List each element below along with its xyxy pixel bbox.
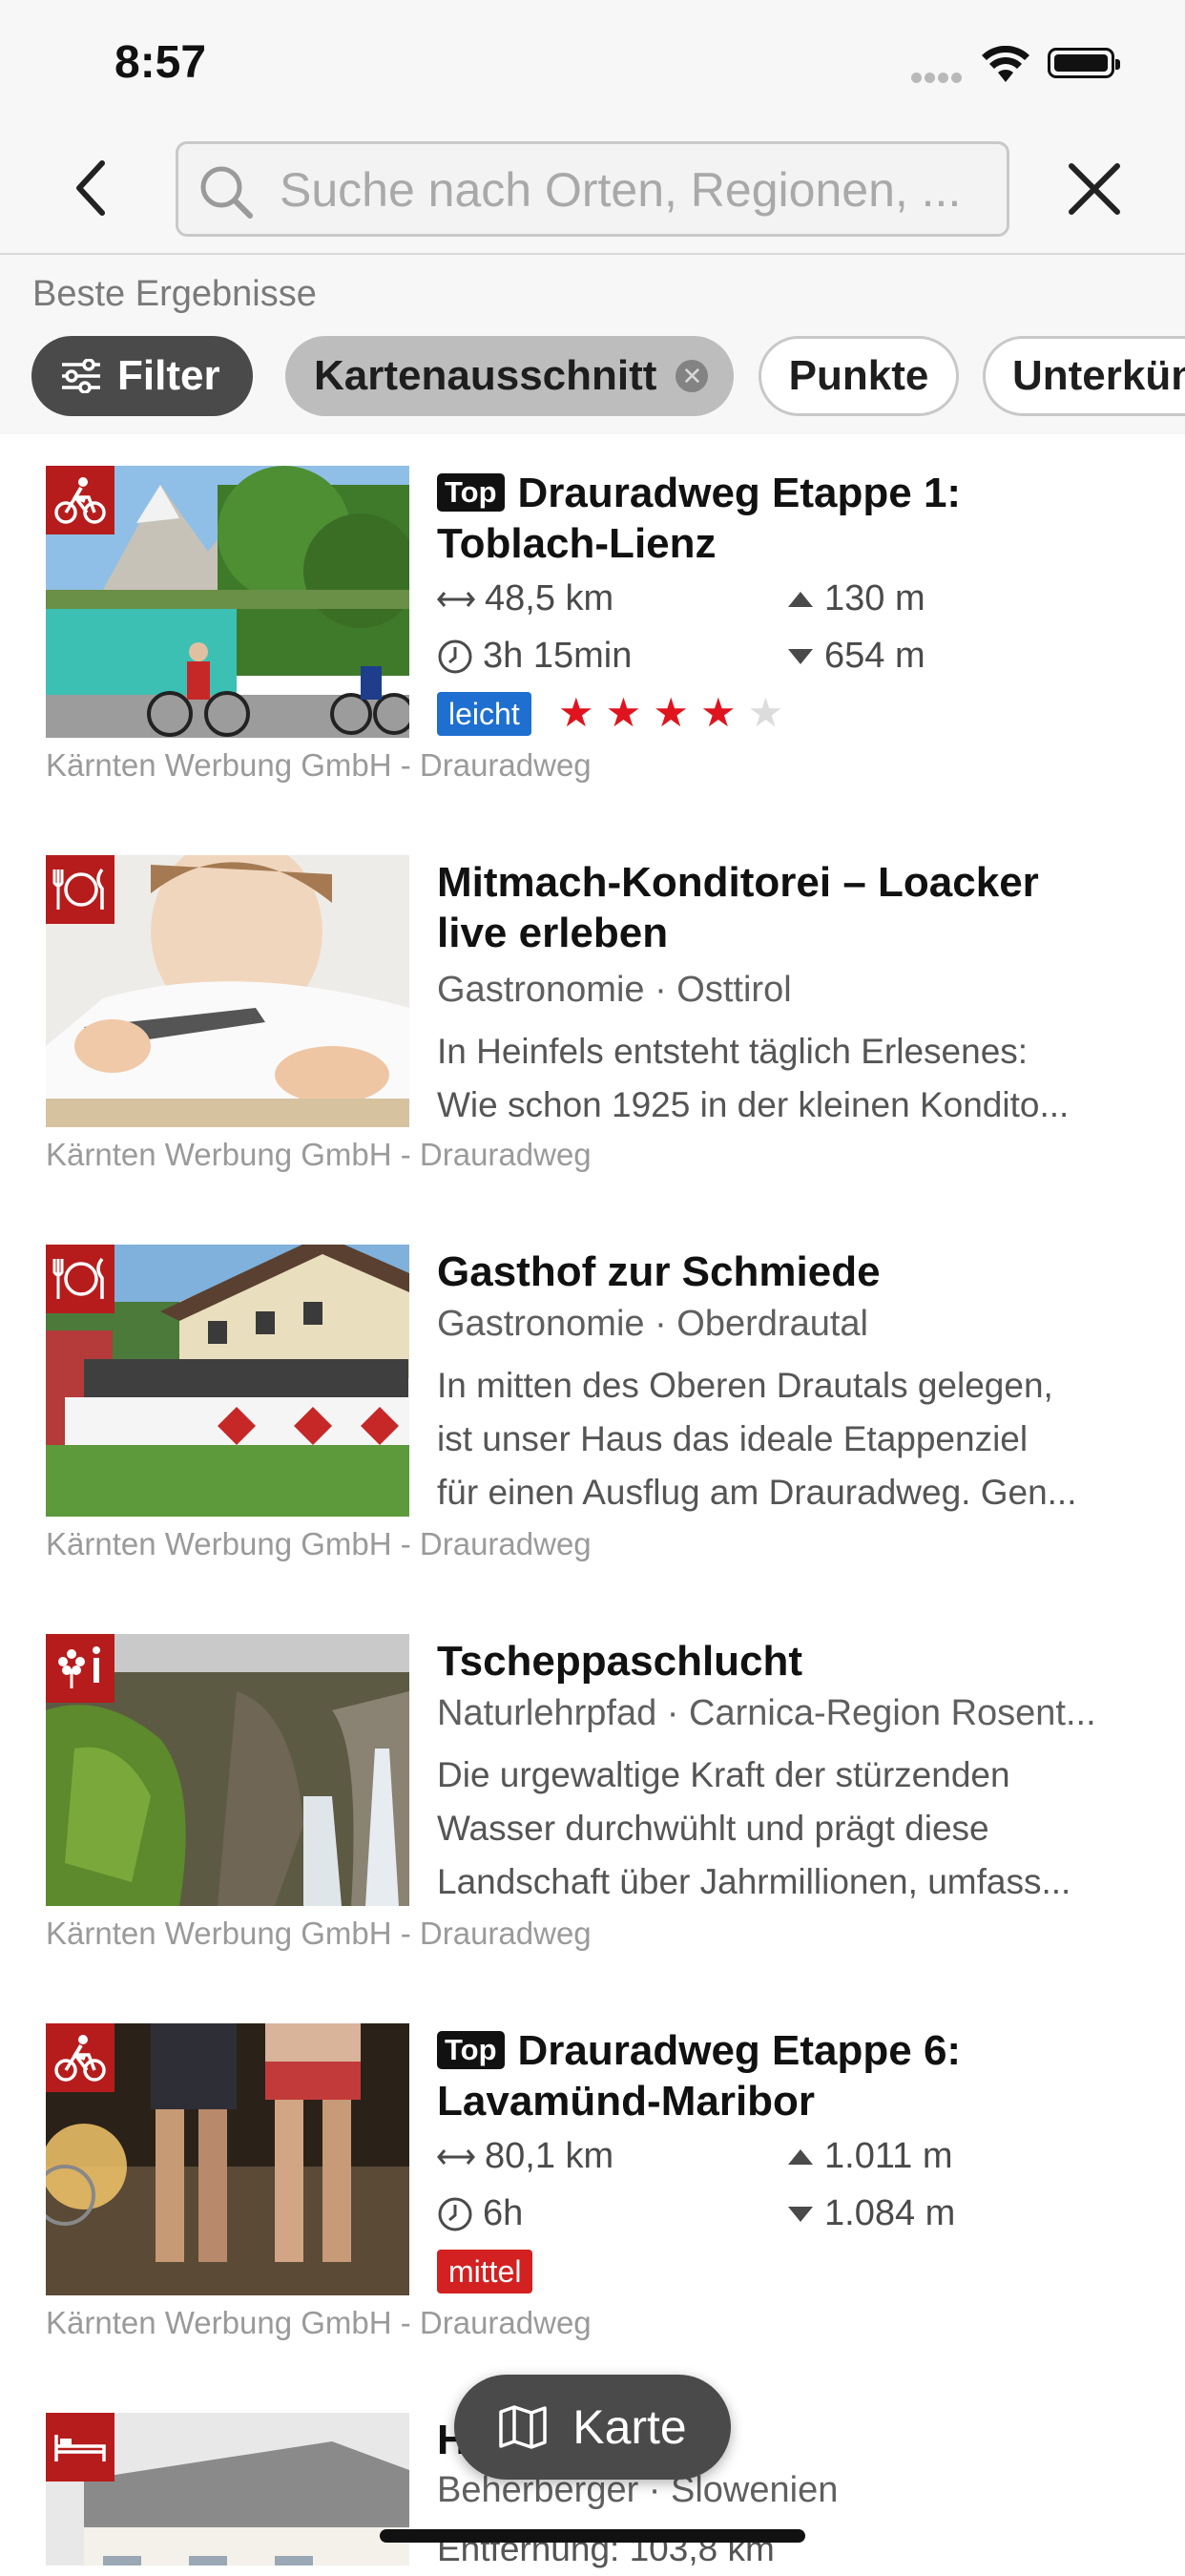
image-credit: Kärnten Werbung GmbH - Drauradweg (46, 1526, 592, 1561)
status-time: 8:57 (114, 37, 207, 88)
chip-map-section[interactable]: Kartenausschnitt ✕ (285, 336, 734, 416)
chip-points-label: Punkte (788, 352, 929, 399)
chip-map-section-label: Kartenausschnitt (314, 352, 657, 399)
category-bike-icon (46, 466, 114, 534)
cellular-signal-icon (911, 71, 965, 88)
category-bike-icon (46, 2023, 114, 2092)
result-title[interactable]: Top Drauradweg Etappe 1: Toblach-Lienz (437, 468, 1143, 569)
chip-points[interactable]: Punkte (759, 336, 959, 416)
descent-stat: 654 m (786, 636, 925, 677)
distance-arrows-icon (437, 2148, 475, 2165)
result-title-line1: Drauradweg Etappe 6: (517, 2027, 962, 2074)
result-title-line2: live erleben (437, 910, 669, 956)
search-input[interactable] (280, 156, 986, 224)
filter-label: Filter (117, 352, 220, 399)
chip-accommodation[interactable]: Unterkün (983, 336, 1185, 416)
map-button[interactable]: Karte (454, 2375, 731, 2480)
image-credit: Kärnten Werbung GmbH - Drauradweg (46, 1137, 592, 1172)
top-badge: Top (437, 473, 505, 512)
section-label: Beste Ergebnisse (32, 274, 317, 314)
clock-icon (438, 639, 472, 673)
ascent-stat: 1.011 m (786, 2136, 952, 2177)
back-button[interactable] (62, 155, 119, 221)
top-badge: Top (437, 2031, 505, 2069)
result-category: Gastronomie · Oberdrautal (437, 1304, 868, 1344)
remove-chip-icon[interactable]: ✕ (676, 360, 709, 392)
result-image (46, 2023, 409, 2295)
result-title-line2: Lavamünd-Maribor (437, 2078, 816, 2125)
image-credit: Kärnten Werbung GmbH - Drauradweg (46, 747, 592, 783)
filter-button[interactable]: Filter (31, 336, 253, 416)
sliders-icon (62, 359, 100, 393)
ascent-stat: 130 m (786, 578, 925, 619)
category-bed-icon (46, 2413, 114, 2482)
ascent-icon (788, 591, 813, 607)
search-field[interactable] (176, 141, 1009, 237)
search-icon (200, 166, 253, 219)
duration-stat: 3h 15min (437, 636, 632, 677)
result-description: Die urgewaltige Kraft der stürzenden Was… (437, 1755, 1071, 1901)
star-filled-icon: ★ (699, 690, 737, 735)
chip-accommodation-label: Unterkün (1012, 352, 1185, 399)
distance-stat: 48,5 km (437, 578, 613, 619)
result-title[interactable]: Gasthof zur Schmiede (437, 1246, 1143, 1297)
category-restaurant-icon (46, 855, 114, 924)
image-credit: Kärnten Werbung GmbH - Drauradweg (46, 1916, 592, 1951)
result-title-line1: Mitmach-Konditorei – Loacker (437, 859, 1039, 906)
distance-arrows-icon (437, 591, 475, 607)
distance-stat: 80,1 km (437, 2136, 613, 2177)
descent-icon (788, 2206, 813, 2222)
close-icon (1069, 163, 1120, 215)
duration-stat: 6h (437, 2193, 523, 2234)
difficulty-badge: leicht (437, 692, 531, 736)
result-category: Gastronomie · Osttirol (437, 970, 792, 1010)
star-filled-icon: ★ (558, 690, 594, 735)
chevron-left-icon (76, 160, 105, 216)
result-title[interactable]: Top Drauradweg Etappe 6: Lavamünd-Maribor (437, 2025, 1143, 2126)
result-image (46, 466, 409, 738)
descent-icon (788, 648, 813, 664)
clock-icon (438, 2197, 472, 2230)
result-title[interactable]: Tscheppaschlucht (437, 1636, 1143, 1686)
star-filled-icon: ★ (605, 690, 642, 735)
result-title[interactable]: Mitmach-Konditorei – Loacker live erlebe… (437, 857, 1143, 958)
status-bar: 8:57 (0, 0, 1185, 124)
ascent-icon (788, 2148, 813, 2165)
home-indicator (380, 2529, 805, 2543)
map-button-label: Karte (572, 2400, 687, 2454)
star-empty-icon: ★ (747, 690, 784, 735)
result-title-line1: Drauradweg Etappe 1: (517, 470, 962, 516)
image-credit: Kärnten Werbung GmbH - Drauradweg (46, 2305, 592, 2340)
result-title-line2: Toblach-Lienz (437, 520, 717, 567)
difficulty-badge: mittel (437, 2250, 533, 2293)
result-description: In mitten des Oberen Drautals gelegen, i… (437, 1366, 1077, 1512)
result-image (46, 2413, 409, 2566)
result-category: Naturlehrpfad · Carnica-Region Rosent... (437, 1693, 1096, 1733)
result-image (46, 1245, 409, 1517)
rating-stars: ★ ★ ★ ★ ★ (558, 691, 795, 735)
battery-icon (1048, 48, 1120, 78)
wifi-icon (981, 45, 1030, 89)
map-icon (499, 2405, 547, 2449)
result-description: In Heinfels entsteht täglich Erlesenes: … (437, 1032, 1070, 1124)
category-restaurant-icon (46, 1245, 114, 1313)
category-nature-trail-icon (46, 1634, 114, 1703)
search-header (0, 124, 1185, 255)
star-filled-icon: ★ (653, 690, 689, 735)
result-image (46, 855, 409, 1127)
filter-bar: Beste Ergebnisse Filter Kartenausschnitt… (0, 255, 1185, 434)
descent-stat: 1.084 m (786, 2193, 955, 2234)
close-button[interactable] (1064, 158, 1125, 220)
result-image (46, 1634, 409, 1906)
